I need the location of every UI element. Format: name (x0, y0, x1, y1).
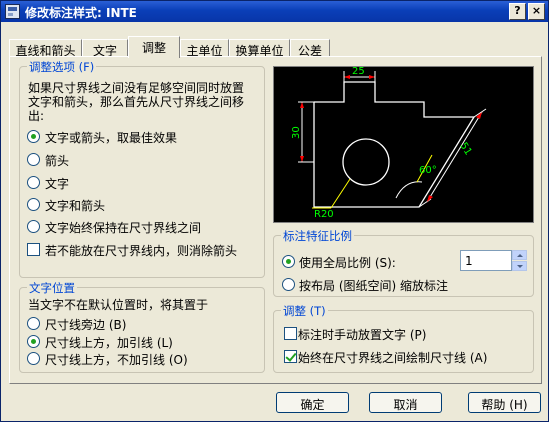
radio-label[interactable]: 使用全局比例 (S): (299, 254, 396, 271)
preview-arrow (300, 156, 304, 162)
preview-label-60: 60° (419, 165, 437, 176)
radio-label[interactable]: 尺寸线上方，不加引线 (O) (45, 351, 188, 368)
fine-tuning-title: 调整 (T) (281, 303, 328, 319)
radio-label[interactable]: 箭头 (45, 152, 69, 169)
radio-beside-dimension-line[interactable] (27, 317, 40, 330)
checkbox-label[interactable]: 若不能放在尺寸界线内，则消除箭头 (45, 242, 237, 259)
draw-dim-line-between-checkbox[interactable] (284, 350, 297, 363)
radio-text-or-arrows[interactable] (27, 130, 40, 143)
checkbox-label[interactable]: 始终在尺寸界线之间绘制尺寸线 (A) (298, 349, 487, 366)
radio-scale-to-layout[interactable] (282, 278, 295, 291)
preview-label-30: 30 (291, 126, 302, 139)
tab-tolerances[interactable]: 公差 (290, 39, 330, 58)
title-bar[interactable]: 修改标注样式: INTE ? × (1, 1, 548, 22)
radio-arrows[interactable] (27, 153, 40, 166)
dialog-window: 修改标注样式: INTE ? × 直线和箭头 文字 调整 主单位 换算单位 公差… (0, 0, 549, 422)
help-button[interactable]: 帮助 (H) (468, 392, 541, 413)
preview-dim-line-51 (426, 111, 483, 203)
radio-over-without-leader[interactable] (27, 352, 40, 365)
place-text-manually-checkbox[interactable] (284, 327, 297, 340)
window-title: 修改标注样式: INTE (25, 6, 137, 20)
fit-options-title: 调整选项 (F) (27, 59, 97, 75)
radio-text[interactable] (27, 176, 40, 189)
preview-arrow (427, 195, 433, 202)
overall-scale-input[interactable]: 1 (460, 250, 512, 271)
checkbox-label[interactable]: 标注时手动放置文字 (P) (298, 326, 426, 343)
radio-label[interactable]: 按布局 (图纸空间) 缩放标注 (299, 277, 448, 294)
radio-label[interactable]: 文字和箭头 (45, 197, 105, 214)
dimension-preview: 25 30 51 60° R20 (273, 66, 534, 223)
cancel-button[interactable]: 取消 (369, 392, 442, 413)
preview-angle-arc (395, 181, 423, 199)
overall-scale-spinner[interactable] (512, 250, 527, 271)
preview-label-25: 25 (352, 67, 365, 77)
tab-alternate-units[interactable]: 换算单位 (229, 39, 290, 58)
preview-label-r20: R20 (314, 209, 334, 220)
preview-arrow (344, 75, 350, 79)
help-title-button[interactable]: ? (509, 3, 526, 20)
scale-title: 标注特征比例 (281, 228, 354, 244)
fit-options-description-3: 出: (28, 109, 45, 123)
ok-button[interactable]: 确定 (276, 392, 349, 413)
preview-drawing: 25 30 51 60° R20 (291, 66, 487, 220)
tab-primary-units[interactable]: 主单位 (180, 39, 229, 58)
radio-label[interactable]: 文字或箭头，取最佳效果 (45, 129, 177, 146)
preview-hole (342, 138, 390, 186)
preview-label-51: 51 (457, 141, 473, 158)
fit-options-description-2: 文字和箭头，那么首先从尺寸界线之间移 (28, 95, 245, 109)
autocad-dialog-icon (5, 4, 20, 19)
text-placement-description: 当文字不在默认位置时，将其置于 (28, 298, 209, 312)
spin-up-icon[interactable] (512, 250, 527, 260)
tab-text[interactable]: 文字 (82, 39, 128, 58)
spin-down-icon[interactable] (512, 261, 527, 271)
radio-keep-text-between[interactable] (27, 220, 40, 233)
text-placement-title: 文字位置 (27, 280, 77, 296)
radio-label[interactable]: 尺寸线上方，加引线 (L) (45, 334, 173, 351)
preview-arrow (369, 75, 375, 79)
radio-label[interactable]: 文字始终保持在尺寸界线之间 (45, 219, 201, 236)
tab-lines-arrows[interactable]: 直线和箭头 (9, 39, 82, 58)
preview-radius-leader (330, 178, 351, 209)
preview-arrow (300, 102, 304, 108)
radio-label[interactable]: 尺寸线旁边 (B) (45, 316, 126, 333)
preview-part-outline (313, 81, 476, 208)
radio-label[interactable]: 文字 (45, 175, 69, 192)
radio-use-overall-scale[interactable] (282, 255, 295, 268)
close-button[interactable]: × (528, 3, 545, 20)
suppress-arrows-checkbox[interactable] (27, 243, 40, 256)
radio-text-and-arrows[interactable] (27, 198, 40, 211)
radio-over-with-leader[interactable] (27, 335, 40, 348)
tab-fit[interactable]: 调整 (128, 36, 180, 58)
